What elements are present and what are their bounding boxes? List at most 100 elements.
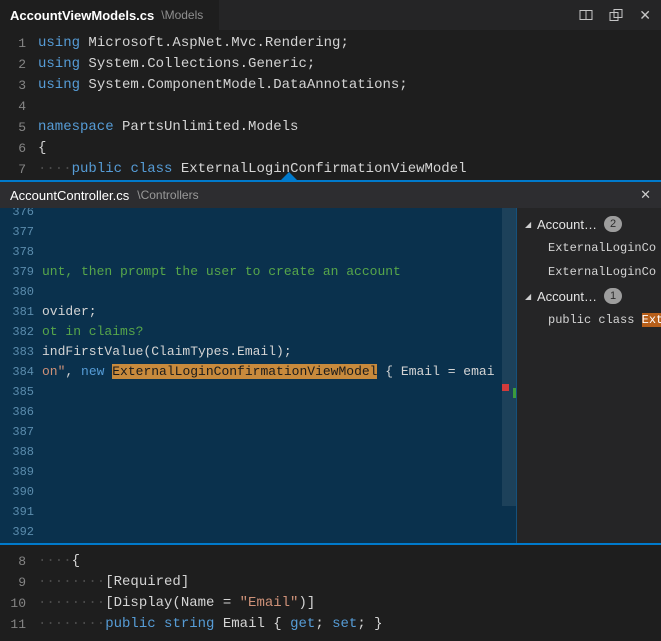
code-text: ········[Required] — [38, 572, 189, 593]
peek-code-editor[interactable]: 376377378379 unt, then prompt the user to… — [0, 208, 516, 543]
code-text: ········[Display(Name = "Email")] — [38, 593, 315, 614]
peek-title-bar: AccountController.cs \Controllers ✕ — [0, 182, 661, 208]
code-line[interactable]: 9 ········[Required] — [0, 572, 661, 593]
code-text: using System.Collections.Generic; — [38, 54, 315, 75]
code-line[interactable]: 376 — [0, 208, 516, 222]
code-text: ovider; — [42, 302, 97, 322]
code-text: namespace PartsUnlimited.Models — [38, 117, 298, 138]
code-line[interactable]: 3 using System.ComponentModel.DataAnnotat… — [0, 75, 661, 96]
code-line[interactable]: 4 — [0, 96, 661, 117]
peek-body: 376377378379 unt, then prompt the user to… — [0, 208, 661, 543]
line-number: 9 — [0, 572, 26, 593]
editor-actions: ✕ — [579, 8, 661, 22]
line-number: 379 — [0, 262, 34, 282]
tab-accountviewmodels[interactable]: AccountViewModels.cs \Models — [0, 0, 219, 30]
code-text: ········public string Email { get; set; … — [38, 614, 383, 635]
reference-count-badge: 1 — [604, 288, 622, 304]
reference-row[interactable]: ExternalLoginCo — [517, 260, 661, 284]
code-line[interactable]: 377 — [0, 222, 516, 242]
line-number: 383 — [0, 342, 34, 362]
line-number: 385 — [0, 382, 34, 402]
peek-references-widget: AccountController.cs \Controllers ✕ 3763… — [0, 180, 661, 545]
peek-close-icon[interactable]: ✕ — [640, 187, 651, 203]
editor-accountviewmodels-continued[interactable]: 8 ····{ 9 ········[Required]10········[Disp… — [0, 545, 661, 641]
code-line[interactable]: 1 using Microsoft.AspNet.Mvc.Rendering; — [0, 33, 661, 54]
code-line[interactable]: 378 — [0, 242, 516, 262]
overview-ruler-green-marker — [513, 388, 516, 398]
code-line[interactable]: 384 on", new ExternalLoginConfirmationVie… — [0, 362, 516, 382]
code-text: on", new ExternalLoginConfirmationViewMo… — [42, 362, 495, 382]
tab-file-path: \Models — [161, 8, 203, 22]
code-line[interactable]: 390 — [0, 482, 516, 502]
code-line[interactable]: 388 — [0, 442, 516, 462]
close-editor-icon[interactable]: ✕ — [639, 8, 651, 22]
line-number: 391 — [0, 502, 34, 522]
peek-file-name: AccountController.cs — [10, 188, 129, 203]
peek-scrollbar[interactable] — [502, 208, 516, 506]
line-number: 387 — [0, 422, 34, 442]
code-text: indFirstValue(ClaimTypes.Email); — [42, 342, 292, 362]
code-line[interactable]: 385 — [0, 382, 516, 402]
code-line[interactable]: 392 — [0, 522, 516, 542]
code-line[interactable]: 380 — [0, 282, 516, 302]
reference-snippet: ExternalLoginCo — [548, 265, 656, 279]
code-text: ····{ — [38, 551, 80, 572]
line-number: 8 — [0, 551, 26, 572]
code-line[interactable]: 6{ — [0, 138, 661, 159]
code-text: using System.ComponentModel.DataAnnotati… — [38, 75, 408, 96]
editor-accountviewmodels[interactable]: 1 using Microsoft.AspNet.Mvc.Rendering; 2u… — [0, 30, 661, 180]
line-number: 381 — [0, 302, 34, 322]
editor-tab-bar: AccountViewModels.cs \Models ✕ — [0, 0, 661, 30]
line-number: 377 — [0, 222, 34, 242]
code-line[interactable]: 389 — [0, 462, 516, 482]
expand-twisty-icon[interactable]: ◢ — [525, 220, 537, 229]
line-number: 3 — [0, 75, 26, 96]
code-line[interactable]: 7 ····public class ExternalLoginConfirmat… — [0, 159, 661, 180]
line-number: 389 — [0, 462, 34, 482]
overview-ruler-red-marker — [502, 384, 509, 391]
expand-twisty-icon[interactable]: ◢ — [525, 292, 537, 301]
split-editor-icon[interactable] — [579, 8, 593, 22]
code-line[interactable]: 8 ····{ — [0, 551, 661, 572]
line-number: 390 — [0, 482, 34, 502]
peek-anchor-arrow-icon — [280, 172, 298, 181]
line-number: 7 — [0, 159, 26, 180]
reference-row[interactable]: ExternalLoginCo — [517, 236, 661, 260]
code-line[interactable]: 5namespace PartsUnlimited.Models — [0, 117, 661, 138]
reference-count-badge: 2 — [604, 216, 622, 232]
code-text: ot in claims? — [42, 322, 143, 342]
line-number: 380 — [0, 282, 34, 302]
code-line[interactable]: 379 unt, then prompt the user to create a… — [0, 262, 516, 282]
reference-row[interactable]: public class Exte — [517, 308, 661, 332]
reference-file-row[interactable]: ◢Account…2 — [517, 212, 661, 236]
line-number: 388 — [0, 442, 34, 462]
code-text: unt, then prompt the user to create an a… — [42, 262, 401, 282]
reference-snippet: public class Exte — [548, 313, 661, 327]
code-text: ····public class ExternalLoginConfirmati… — [38, 159, 467, 180]
line-number: 4 — [0, 96, 26, 117]
peek-code-lines: 376377378379 unt, then prompt the user to… — [0, 208, 516, 542]
line-number: 384 — [0, 362, 34, 382]
code-line[interactable]: 391 — [0, 502, 516, 522]
reference-file-row[interactable]: ◢Account… 1 — [517, 284, 661, 308]
line-number: 386 — [0, 402, 34, 422]
code-text: using Microsoft.AspNet.Mvc.Rendering; — [38, 33, 349, 54]
line-number: 1 — [0, 33, 26, 54]
line-number: 6 — [0, 138, 26, 159]
tab-file-name: AccountViewModels.cs — [10, 8, 154, 23]
peek-references-list: ◢Account…2ExternalLoginCoExternalLoginCo… — [516, 208, 661, 543]
code-line[interactable]: 387 — [0, 422, 516, 442]
code-line[interactable]: 382ot in claims? — [0, 322, 516, 342]
code-line[interactable]: 11 ········public string Email { get; set… — [0, 614, 661, 635]
code-line[interactable]: 381 ovider; — [0, 302, 516, 322]
code-line[interactable]: 383 indFirstValue(ClaimTypes.Email); — [0, 342, 516, 362]
line-number: 392 — [0, 522, 34, 542]
code-line[interactable]: 10········[Display(Name = "Email")] — [0, 593, 661, 614]
code-line[interactable]: 2 using System.Collections.Generic; — [0, 54, 661, 75]
line-number: 11 — [0, 614, 26, 635]
open-preview-icon[interactable] — [609, 8, 623, 22]
code-line[interactable]: 386 — [0, 402, 516, 422]
code-text: { — [38, 138, 46, 159]
file-name: Account… — [537, 289, 597, 304]
line-number: 2 — [0, 54, 26, 75]
